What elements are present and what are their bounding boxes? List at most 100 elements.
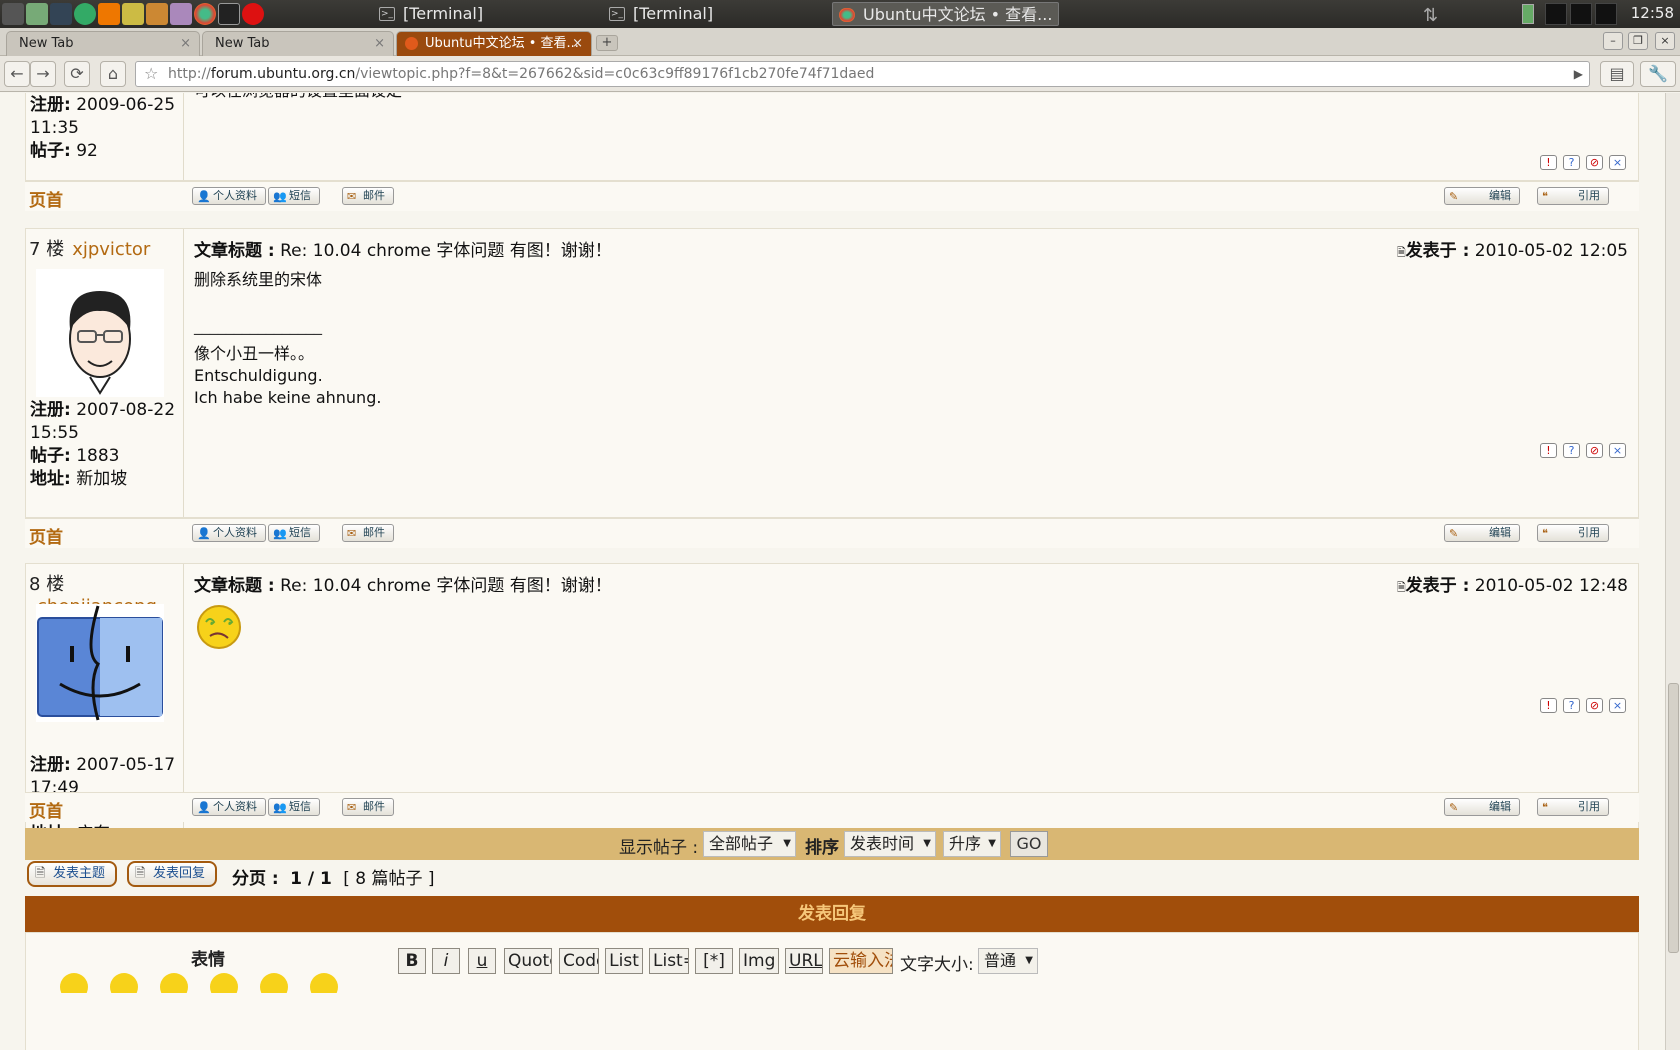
warn-icon[interactable]: ⊘ — [1586, 155, 1603, 170]
taskbar-item-chrome[interactable]: Ubuntu中文论坛 • 查看... — [832, 2, 1059, 26]
info-icon[interactable]: ? — [1563, 155, 1580, 170]
pm-button[interactable]: 👥 短信 — [268, 524, 320, 542]
wrench-menu-icon[interactable]: 🔧 — [1640, 61, 1676, 87]
smiley-icon[interactable] — [260, 973, 288, 993]
report-icon[interactable]: ! — [1540, 443, 1557, 458]
reload-icon[interactable]: ⟳ — [64, 61, 90, 87]
page-scrollbar[interactable] — [1665, 93, 1680, 1050]
vlc-launcher-icon[interactable] — [98, 3, 120, 25]
net-monitor-icon[interactable] — [1595, 3, 1617, 25]
email-button[interactable]: ✉ 邮件 — [342, 798, 394, 816]
quote-button[interactable]: ❝ 引用 — [1537, 187, 1609, 205]
opera-launcher-icon[interactable] — [242, 3, 264, 25]
phone-launcher-icon[interactable] — [74, 3, 96, 25]
username-link[interactable]: xjpvictor — [72, 239, 150, 260]
warn-icon[interactable]: ⊘ — [1586, 443, 1603, 458]
close-window-icon[interactable]: × — [1655, 32, 1675, 50]
smiley-icon[interactable] — [210, 973, 238, 993]
tab-ubuntu-forum[interactable]: Ubuntu中文论坛 • 查看... × — [396, 31, 592, 56]
new-tab-button[interactable]: + — [596, 35, 618, 51]
list-item-bbcode-button[interactable]: [*] — [695, 948, 733, 974]
sort-order-select[interactable]: 升序 ▼ — [943, 831, 1001, 857]
system-monitor-launcher-icon[interactable] — [50, 3, 72, 25]
home-icon[interactable]: ⌂ — [100, 61, 126, 87]
edit-button[interactable]: ✎ 编辑 — [1444, 524, 1520, 542]
quote-bbcode-button[interactable]: Quote — [504, 948, 552, 974]
close-tab-icon[interactable]: × — [180, 32, 191, 55]
edit-button[interactable]: ✎ 编辑 — [1444, 798, 1520, 816]
smiley-icon[interactable] — [160, 973, 188, 993]
info-icon[interactable]: ? — [1563, 698, 1580, 713]
post-reply-button[interactable]: 🗎 发表回复 — [127, 861, 218, 887]
profile-button[interactable]: 👤 个人资料 — [192, 798, 266, 816]
gimp-launcher-icon[interactable] — [146, 3, 168, 25]
italic-button[interactable]: i — [432, 948, 460, 974]
font-size-select[interactable]: 普通 ▼ — [978, 948, 1038, 974]
bold-button[interactable]: B — [398, 948, 426, 974]
address-bar[interactable]: ☆ http://forum.ubuntu.org.cn/viewtopic.p… — [135, 61, 1590, 87]
pm-button[interactable]: 👥 短信 — [268, 187, 320, 205]
back-icon[interactable]: ← — [4, 61, 30, 87]
network-icon[interactable]: ⇅ — [1423, 5, 1438, 26]
presentation-launcher-icon[interactable] — [122, 3, 144, 25]
minimize-icon[interactable]: – — [1603, 32, 1623, 50]
ubuntu-menu-icon[interactable] — [2, 3, 24, 25]
go-button[interactable]: GO — [1010, 831, 1048, 857]
cloud-input-button[interactable]: 云输入法 — [829, 948, 893, 974]
list-bbcode-button[interactable]: List — [605, 948, 643, 974]
taskbar-item-terminal-1[interactable]: >_ [Terminal] — [373, 2, 593, 26]
post-link-icon[interactable]: 🗎 — [1397, 581, 1406, 594]
smiley-icon[interactable] — [310, 973, 338, 993]
page-top-link[interactable]: 页首 — [29, 186, 63, 211]
page-menu-icon[interactable]: ▤ — [1600, 61, 1634, 87]
info-icon[interactable]: ? — [1563, 443, 1580, 458]
close-tab-icon[interactable]: × — [374, 32, 385, 55]
email-button[interactable]: ✉ 邮件 — [342, 524, 394, 542]
quote-button[interactable]: ❝ 引用 — [1537, 524, 1609, 542]
underline-button[interactable]: u — [468, 948, 496, 974]
report-icon[interactable]: ! — [1540, 698, 1557, 713]
quote-button[interactable]: ❝ 引用 — [1537, 798, 1609, 816]
display-posts-select[interactable]: 全部帖子 ▼ — [703, 831, 796, 857]
post-link-icon[interactable]: 🗎 — [1397, 246, 1406, 259]
profile-button[interactable]: 👤 个人资料 — [192, 524, 266, 542]
maximize-icon[interactable]: ❐ — [1628, 32, 1648, 50]
tab-new-tab-1[interactable]: New Tab × — [6, 31, 200, 56]
ordered-list-bbcode-button[interactable]: List= — [649, 948, 689, 974]
pm-button[interactable]: 👥 短信 — [268, 798, 320, 816]
smiley-icon[interactable] — [60, 973, 88, 993]
sort-key-select[interactable]: 发表时间 ▼ — [844, 831, 936, 857]
battery-icon[interactable] — [1522, 4, 1534, 24]
profile-button[interactable]: 👤 个人资料 — [192, 187, 266, 205]
cpu-monitor-icon[interactable] — [1545, 3, 1567, 25]
page-top-link[interactable]: 页首 — [29, 797, 63, 822]
close-tab-icon[interactable]: × — [572, 32, 583, 55]
warn-icon[interactable]: ⊘ — [1586, 698, 1603, 713]
code-bbcode-button[interactable]: Code — [559, 948, 599, 974]
smiley-icon[interactable] — [110, 973, 138, 993]
go-arrow-icon[interactable]: ▶ — [1574, 62, 1583, 86]
page-top-link[interactable]: 页首 — [29, 523, 63, 548]
tab-new-tab-2[interactable]: New Tab × — [202, 31, 394, 56]
new-topic-button[interactable]: 🗎 发表主题 — [27, 861, 118, 887]
url-bbcode-button[interactable]: URL — [785, 948, 823, 974]
report-icon[interactable]: ! — [1540, 155, 1557, 170]
edit-button[interactable]: ✎ 编辑 — [1444, 187, 1520, 205]
delete-icon[interactable]: × — [1609, 155, 1626, 170]
terminal-launcher-icon[interactable] — [218, 3, 240, 25]
memory-monitor-icon[interactable] — [1570, 3, 1592, 25]
email-button[interactable]: ✉ 邮件 — [342, 187, 394, 205]
img-bbcode-button[interactable]: Img — [739, 948, 779, 974]
clock[interactable]: 12:58 — [1631, 4, 1674, 22]
delete-icon[interactable]: × — [1609, 698, 1626, 713]
files-launcher-icon[interactable] — [26, 3, 48, 25]
scrollbar-thumb[interactable] — [1668, 683, 1679, 953]
delete-icon[interactable]: × — [1609, 443, 1626, 458]
chrome-launcher-icon[interactable] — [194, 3, 216, 25]
taskbar-item-terminal-2[interactable]: >_ [Terminal] — [603, 2, 823, 26]
pagination-value[interactable]: 1 / 1 — [290, 869, 332, 889]
bookmark-star-icon[interactable]: ☆ — [144, 62, 158, 86]
signature-line: Ich habe keine ahnung. — [194, 388, 382, 407]
photo-launcher-icon[interactable] — [170, 3, 192, 25]
forward-icon[interactable]: → — [30, 61, 56, 87]
